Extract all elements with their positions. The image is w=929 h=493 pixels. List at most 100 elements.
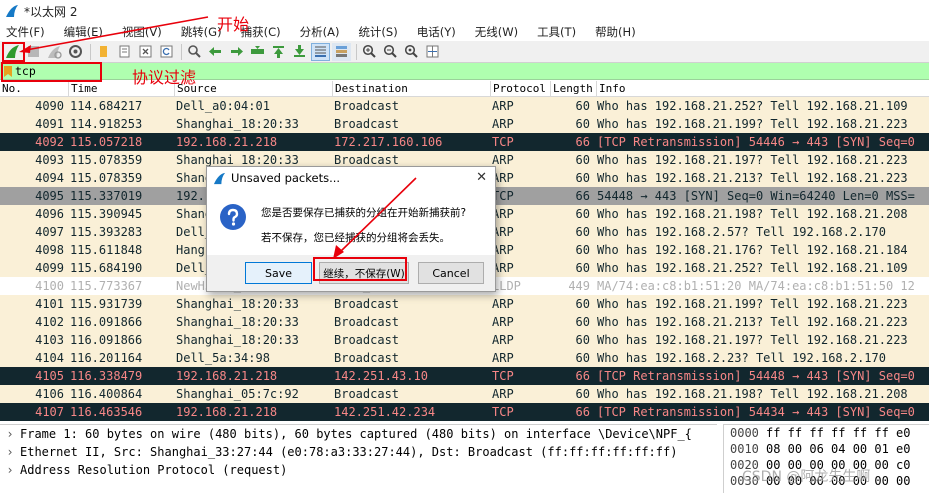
- packet-cell-len: 60: [575, 153, 590, 167]
- zoom-in-button[interactable]: [360, 43, 379, 61]
- packet-cell-proto: ARP: [492, 351, 514, 365]
- find-packet-icon: [188, 45, 201, 58]
- packet-cell-src: 192.168.21.218: [176, 135, 278, 149]
- menu-item[interactable]: 电话(Y): [417, 24, 456, 40]
- watermark: CSDN @阿龙先生啊: [742, 469, 871, 485]
- zoom-out-button[interactable]: [381, 43, 400, 61]
- zoom-normal-icon: [404, 44, 418, 58]
- zoom-normal-button[interactable]: [402, 43, 421, 61]
- resize-columns-button[interactable]: [423, 43, 442, 61]
- find-packet-button[interactable]: [185, 43, 204, 61]
- menu-item[interactable]: 文件(F): [6, 24, 45, 40]
- packet-cell-time: 115.611848: [70, 243, 143, 257]
- column-header-source[interactable]: Source: [174, 81, 332, 96]
- packet-cell-time: 116.201164: [70, 351, 143, 365]
- annotation-box-filter: [1, 62, 102, 82]
- packet-cell-info: Who has 192.168.21.176? Tell 192.168.21.…: [597, 243, 908, 257]
- packet-cell-dst: Broadcast: [334, 333, 400, 347]
- save-button[interactable]: Save: [245, 262, 312, 284]
- expand-arrow-icon[interactable]: ›: [0, 443, 20, 461]
- annotation-label-filter: 协议过滤: [132, 68, 197, 87]
- packet-cell-time: 115.057218: [70, 135, 143, 149]
- open-file-button[interactable]: [94, 43, 113, 61]
- packet-cell-no: 4098: [35, 243, 64, 257]
- detail-row-ethernet[interactable]: › Ethernet II, Src: Shanghai_33:27:44 (e0…: [0, 443, 717, 461]
- packet-cell-src: 192.168.21.218: [176, 405, 278, 419]
- packet-cell-no: 4091: [35, 117, 64, 131]
- reload-file-button[interactable]: [157, 43, 176, 61]
- packet-row[interactable]: 4091 114.918253 Shanghai_18:20:33 Broadcast…: [0, 115, 929, 133]
- menu-item[interactable]: 分析(A): [300, 24, 340, 40]
- close-file-button[interactable]: [136, 43, 155, 61]
- packet-cell-proto: LLDP: [492, 279, 521, 293]
- packet-row[interactable]: 4092 115.057218 192.168.21.218 172.217.160.…: [0, 133, 929, 151]
- packet-cell-time: 115.393283: [70, 225, 143, 239]
- packet-row[interactable]: 4106 116.400864 Shanghai_05:7c:92 Broadcast…: [0, 385, 929, 403]
- packet-row[interactable]: 4105 116.338479 192.168.21.218 142.251.43.1…: [0, 367, 929, 385]
- menu-bar: 文件(F) 编辑(E) 视图(V) 跳转(G) 捕获(C) 分析(A) 统计(S) 电话(Y)…: [0, 22, 929, 41]
- menu-item[interactable]: 工具(T): [537, 24, 576, 40]
- detail-row-frame[interactable]: › Frame 1: 60 bytes on wire (480 bits), 6…: [0, 425, 717, 443]
- detail-row-arp[interactable]: › Address Resolution Protocol (request): [0, 461, 717, 479]
- packet-cell-len: 60: [575, 99, 590, 113]
- packet-row[interactable]: 4107 116.463546 192.168.21.218 142.251.42.2…: [0, 403, 929, 421]
- packet-cell-no: 4103: [35, 333, 64, 347]
- packet-cell-no: 4092: [35, 135, 64, 149]
- cancel-button[interactable]: Cancel: [418, 262, 484, 284]
- packet-cell-src: Dell_a0:04:01: [176, 99, 270, 113]
- go-to-packet-button[interactable]: [248, 43, 267, 61]
- packet-cell-info: Who has 192.168.21.197? Tell 192.168.21.…: [597, 333, 908, 347]
- colorize-button[interactable]: [332, 42, 351, 61]
- column-header-protocol[interactable]: Protocol: [490, 81, 550, 96]
- packet-cell-src: Shanghai_18:20:33: [176, 315, 299, 329]
- menu-item[interactable]: 视图(V): [122, 24, 162, 40]
- menu-item[interactable]: 帮助(H): [595, 24, 636, 40]
- column-header-no[interactable]: No.: [0, 81, 68, 96]
- packet-cell-len: 60: [575, 333, 590, 347]
- auto-scroll-button[interactable]: [311, 42, 330, 61]
- packet-cell-len: 60: [575, 315, 590, 329]
- column-header-destination[interactable]: Destination: [332, 81, 490, 96]
- packet-cell-proto: ARP: [492, 261, 514, 275]
- menu-item[interactable]: 统计(S): [358, 24, 397, 40]
- packet-cell-proto: ARP: [492, 297, 514, 311]
- packet-row[interactable]: 4101 115.931739 Shanghai_18:20:33 Broadcast…: [0, 295, 929, 313]
- packet-cell-src: Shanghai_18:20:33: [176, 297, 299, 311]
- packet-cell-len: 60: [575, 207, 590, 221]
- go-first-button[interactable]: [269, 43, 288, 61]
- packet-cell-time: 115.773367: [70, 279, 143, 293]
- menu-item[interactable]: 跳转(G): [181, 24, 222, 40]
- packet-cell-proto: ARP: [492, 387, 514, 401]
- packet-row[interactable]: 4103 116.091866 Shanghai_18:20:33 Broadcast…: [0, 331, 929, 349]
- menu-item[interactable]: 编辑(E): [64, 24, 103, 40]
- packet-row[interactable]: 4090 114.684217 Dell_a0:04:01 Broadcast ARP 6…: [0, 97, 929, 115]
- restart-capture-button[interactable]: [45, 43, 64, 61]
- packet-cell-len: 66: [575, 189, 590, 203]
- go-last-button[interactable]: [290, 43, 309, 61]
- stop-capture-button[interactable]: [24, 43, 43, 61]
- toolbar-separator: [356, 43, 357, 60]
- close-icon[interactable]: ✕: [476, 170, 487, 185]
- packet-cell-no: 4096: [35, 207, 64, 221]
- packet-cell-proto: TCP: [492, 369, 514, 383]
- packet-cell-time: 115.078359: [70, 171, 143, 185]
- reload-file-icon: [160, 45, 173, 58]
- go-forward-button[interactable]: [227, 43, 246, 61]
- save-file-button[interactable]: [115, 43, 134, 61]
- expand-arrow-icon[interactable]: ›: [0, 425, 20, 443]
- packet-row[interactable]: 4104 116.201164 Dell_5a:34:98 Broadcast ARP 6…: [0, 349, 929, 367]
- column-header-info[interactable]: Info: [596, 81, 929, 96]
- capture-options-icon: [69, 45, 82, 58]
- menu-item[interactable]: 无线(W): [475, 24, 518, 40]
- bytes-row: 0010 08 00 06 04 00 01 e0: [730, 442, 911, 456]
- go-back-button[interactable]: [206, 43, 225, 61]
- column-header-length[interactable]: Length: [550, 81, 596, 96]
- capture-options-button[interactable]: [66, 43, 85, 61]
- toolbar-separator: [90, 43, 91, 60]
- packet-details-pane[interactable]: › Frame 1: 60 bytes on wire (480 bits), 6…: [0, 424, 717, 493]
- expand-arrow-icon[interactable]: ›: [0, 461, 20, 479]
- packet-cell-len: 60: [575, 297, 590, 311]
- packet-cell-no: 4102: [35, 315, 64, 329]
- packet-row[interactable]: 4102 116.091866 Shanghai_18:20:33 Broadcast…: [0, 313, 929, 331]
- packet-cell-dst: Broadcast: [334, 351, 400, 365]
